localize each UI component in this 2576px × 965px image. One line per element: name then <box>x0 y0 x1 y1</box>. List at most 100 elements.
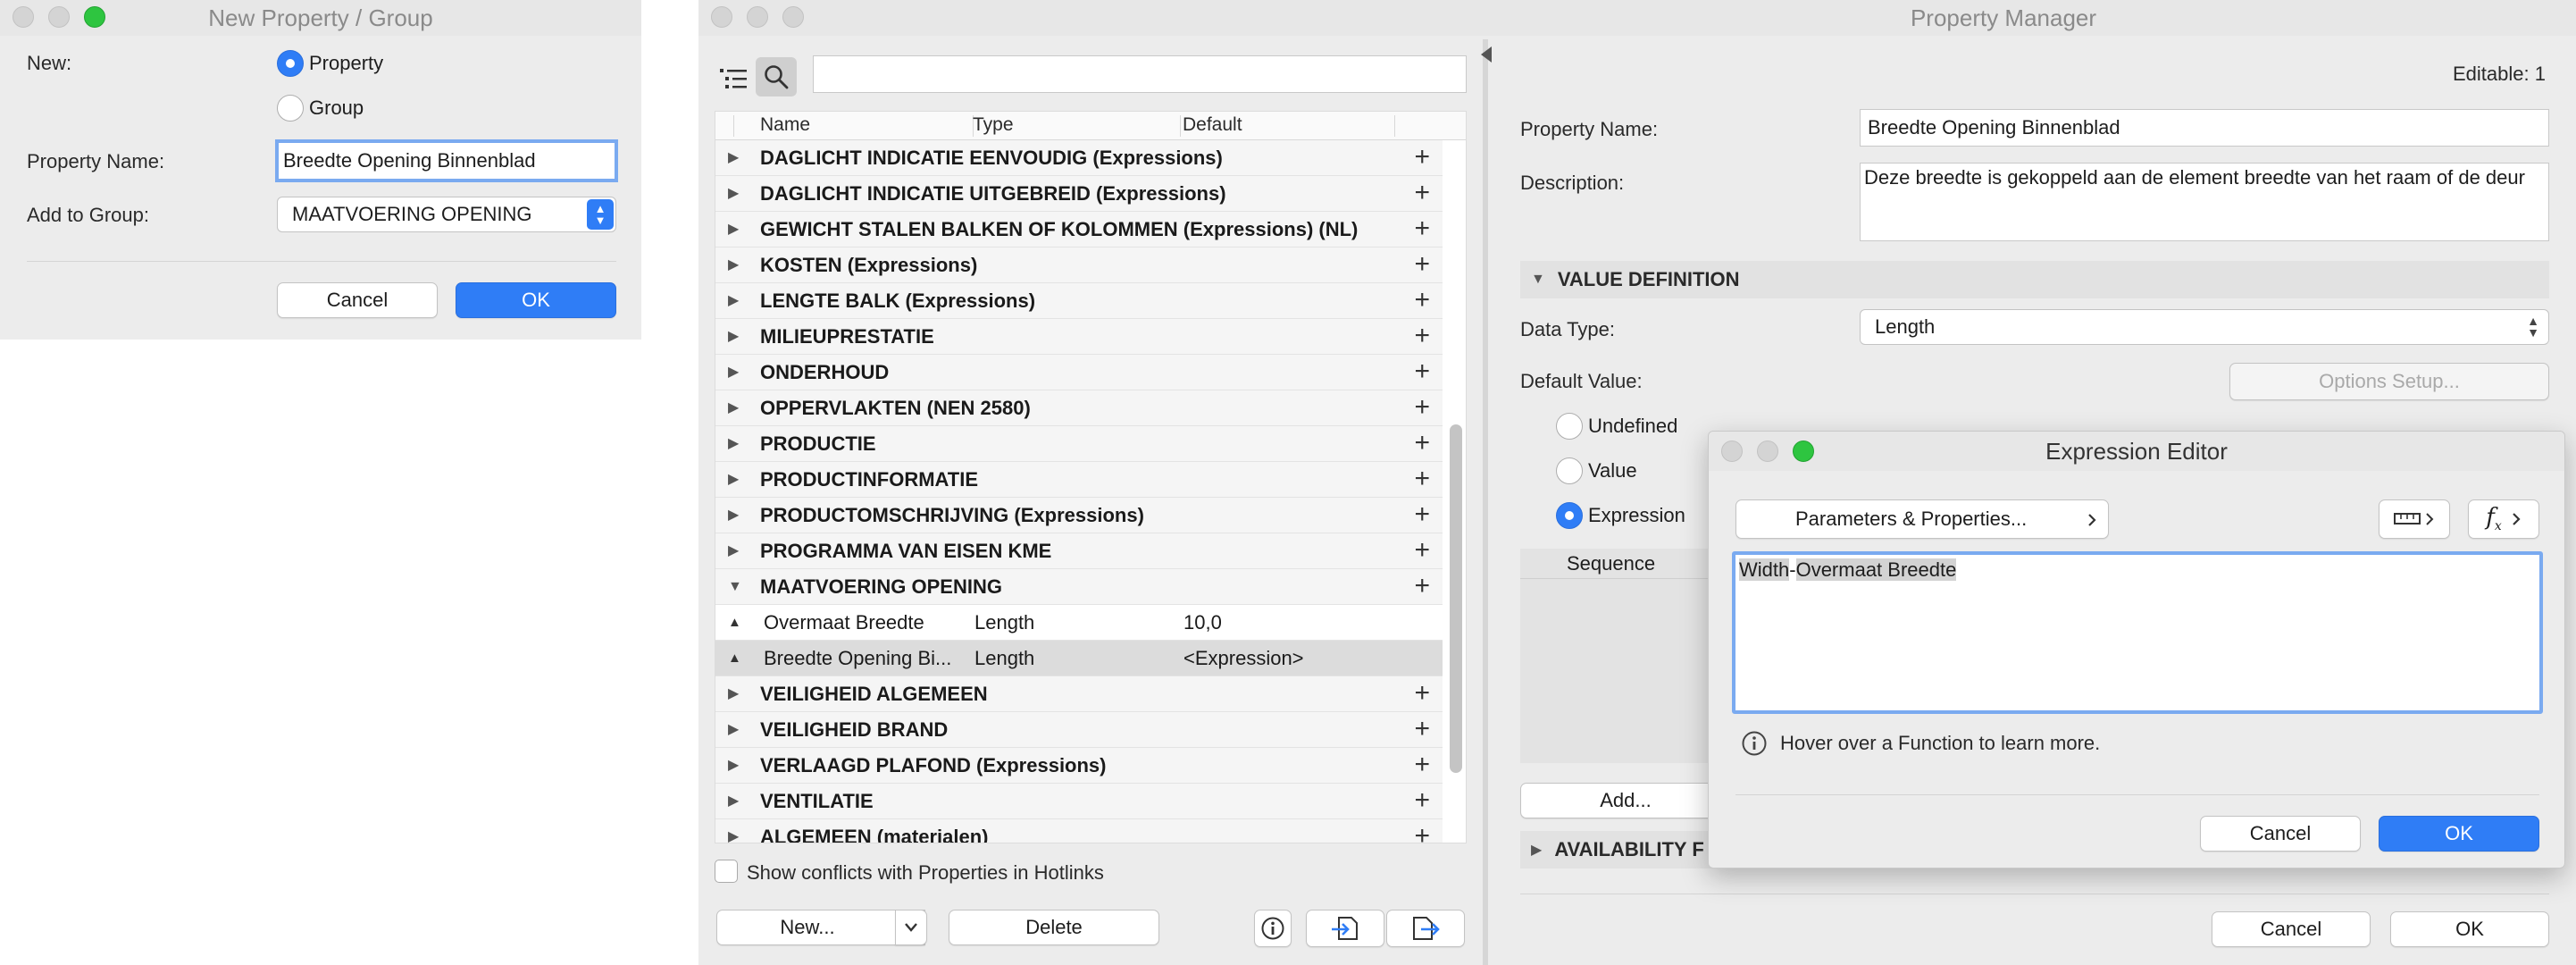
table-row-selected[interactable]: ▲ Breedte Opening Bi... Length <Expressi… <box>715 641 1443 676</box>
list-item[interactable]: ▶ OPPERVLAKTEN (NEN 2580) + <box>715 390 1443 426</box>
disclosure-right-icon[interactable]: ▶ <box>728 819 739 843</box>
list-item[interactable]: ▶ VEILIGHEID BRAND + <box>715 712 1443 748</box>
radio-expression[interactable] <box>1556 502 1583 529</box>
disclosure-right-icon[interactable]: ▶ <box>728 462 739 498</box>
ok-button[interactable]: OK <box>456 282 616 318</box>
radio-property[interactable] <box>277 50 304 77</box>
disclosure-right-icon[interactable]: ▶ <box>728 784 739 819</box>
column-default[interactable]: Default <box>1183 114 1242 136</box>
search-input[interactable] <box>813 55 1467 93</box>
functions-button[interactable]: fx <box>2468 499 2539 539</box>
description-textarea[interactable]: Deze breedte is gekoppeld aan de element… <box>1860 163 2549 241</box>
plus-icon[interactable]: + <box>1414 212 1430 248</box>
manager-cancel-button[interactable]: Cancel <box>2212 911 2371 947</box>
plus-icon[interactable]: + <box>1414 355 1430 390</box>
expression-cancel-button[interactable]: Cancel <box>2200 816 2361 852</box>
add-button[interactable]: Add... <box>1520 783 1731 818</box>
reorder-handle-icon[interactable]: ▲ <box>728 641 741 676</box>
disclosure-right-icon[interactable]: ▶ <box>728 248 739 283</box>
radio-value-label[interactable]: Value <box>1588 459 1637 482</box>
availability-header[interactable]: ▶ AVAILABILITY F <box>1520 831 1717 868</box>
units-button[interactable] <box>2379 499 2450 539</box>
plus-icon[interactable]: + <box>1414 748 1430 784</box>
radio-value[interactable] <box>1556 457 1583 484</box>
cancel-button[interactable]: Cancel <box>277 282 438 318</box>
disclosure-right-icon[interactable]: ▶ <box>728 533 739 569</box>
disclosure-down-icon[interactable]: ▼ <box>728 569 742 605</box>
disclosure-right-icon[interactable]: ▶ <box>728 712 739 748</box>
list-item[interactable]: ▶ PROGRAMMA VAN EISEN KME + <box>715 533 1443 569</box>
plus-icon[interactable]: + <box>1414 426 1430 462</box>
expression-token-overmaat[interactable]: Overmaat Breedte <box>1795 558 1957 581</box>
parameters-properties-button[interactable]: Parameters & Properties... <box>1735 499 2109 539</box>
radio-undefined-label[interactable]: Undefined <box>1588 415 1677 438</box>
plus-icon[interactable]: + <box>1414 784 1430 819</box>
list-item[interactable]: ▶ GEWICHT STALEN BALKEN OF KOLOMMEN (Expr… <box>715 212 1443 248</box>
reorder-handle-icon[interactable]: ▲ <box>728 605 741 641</box>
disclosure-right-icon[interactable]: ▶ <box>728 140 739 176</box>
disclosure-right-icon[interactable]: ▶ <box>728 498 739 533</box>
list-item[interactable]: ▶ LENGTE BALK (Expressions) + <box>715 283 1443 319</box>
radio-group-label[interactable]: Group <box>309 96 364 120</box>
delete-button[interactable]: Delete <box>949 910 1159 945</box>
collapse-arrow-icon[interactable] <box>1481 46 1492 63</box>
zoom-window-button[interactable] <box>782 6 804 28</box>
minimize-window-button[interactable] <box>747 6 768 28</box>
list-item-expanded[interactable]: ▼ MAATVOERING OPENING + <box>715 569 1443 605</box>
list-item[interactable]: ▶ DAGLICHT INDICATIE EENVOUDIG (Expressio… <box>715 140 1443 176</box>
radio-property-label[interactable]: Property <box>309 52 383 75</box>
options-setup-button[interactable]: Options Setup... <box>2229 363 2549 400</box>
disclosure-right-icon[interactable]: ▶ <box>728 319 739 355</box>
list-item[interactable]: ▶ DAGLICHT INDICATIE UITGEBREID (Expressi… <box>715 176 1443 212</box>
disclosure-right-icon[interactable]: ▶ <box>728 748 739 784</box>
prop-name-input[interactable]: Breedte Opening Binnenblad <box>1860 109 2549 147</box>
info-button[interactable] <box>1254 910 1292 947</box>
radio-group[interactable] <box>277 95 304 122</box>
list-item[interactable]: ▶ VERLAAGD PLAFOND (Expressions) + <box>715 748 1443 784</box>
value-definition-header[interactable]: ▼ VALUE DEFINITION <box>1520 261 2549 298</box>
disclosure-right-icon[interactable]: ▶ <box>728 676 739 712</box>
disclosure-right-icon[interactable]: ▶ <box>728 212 739 248</box>
plus-icon[interactable]: + <box>1414 176 1430 212</box>
plus-icon[interactable]: + <box>1414 533 1430 569</box>
export-button[interactable] <box>1386 910 1465 947</box>
list-item[interactable]: ▶ ALGEMEEN (materialen) + <box>715 819 1443 843</box>
list-view-toggle[interactable] <box>715 61 754 96</box>
import-button[interactable] <box>1306 910 1384 947</box>
expression-token-width[interactable]: Width <box>1739 558 1790 581</box>
plus-icon[interactable]: + <box>1414 498 1430 533</box>
disclosure-right-icon[interactable]: ▶ <box>728 390 739 426</box>
plus-icon[interactable]: + <box>1414 569 1430 605</box>
list-item[interactable]: ▶ PRODUCTIE + <box>715 426 1443 462</box>
list-item[interactable]: ▶ VEILIGHEID ALGEMEEN + <box>715 676 1443 712</box>
new-dropdown-button[interactable] <box>895 910 927 945</box>
list-scrollbar[interactable] <box>1450 424 1462 773</box>
list-item[interactable]: ▶ KOSTEN (Expressions) + <box>715 248 1443 283</box>
plus-icon[interactable]: + <box>1414 676 1430 712</box>
disclosure-right-icon[interactable]: ▶ <box>728 355 739 390</box>
disclosure-right-icon[interactable]: ▶ <box>728 176 739 212</box>
column-type[interactable]: Type <box>973 114 1014 136</box>
disclosure-right-icon[interactable]: ▶ <box>728 426 739 462</box>
close-window-button[interactable] <box>711 6 732 28</box>
list-item[interactable]: ▶ ONDERHOUD + <box>715 355 1443 390</box>
show-conflicts-label[interactable]: Show conflicts with Properties in Hotlin… <box>747 861 1104 885</box>
show-conflicts-checkbox[interactable] <box>715 860 738 883</box>
pane-splitter[interactable] <box>1483 39 1488 965</box>
plus-icon[interactable]: + <box>1414 283 1430 319</box>
data-type-select[interactable]: Length ▲ ▼ <box>1860 309 2549 345</box>
plus-icon[interactable]: + <box>1414 319 1430 355</box>
list-item[interactable]: ▶ MILIEUPRESTATIE + <box>715 319 1443 355</box>
expression-ok-button[interactable]: OK <box>2379 816 2539 852</box>
plus-icon[interactable]: + <box>1414 140 1430 176</box>
plus-icon[interactable]: + <box>1414 390 1430 426</box>
column-name[interactable]: Name <box>760 114 810 136</box>
plus-icon[interactable]: + <box>1414 712 1430 748</box>
new-button[interactable]: New... <box>716 910 925 945</box>
list-item[interactable]: ▶ VENTILATIE + <box>715 784 1443 819</box>
radio-undefined[interactable] <box>1556 413 1583 440</box>
list-item[interactable]: ▶ PRODUCTOMSCHRIJVING (Expressions) + <box>715 498 1443 533</box>
search-toggle-button[interactable] <box>756 57 797 96</box>
plus-icon[interactable]: + <box>1414 819 1430 843</box>
table-row[interactable]: ▲ Overmaat Breedte Length 10,0 <box>715 605 1443 641</box>
